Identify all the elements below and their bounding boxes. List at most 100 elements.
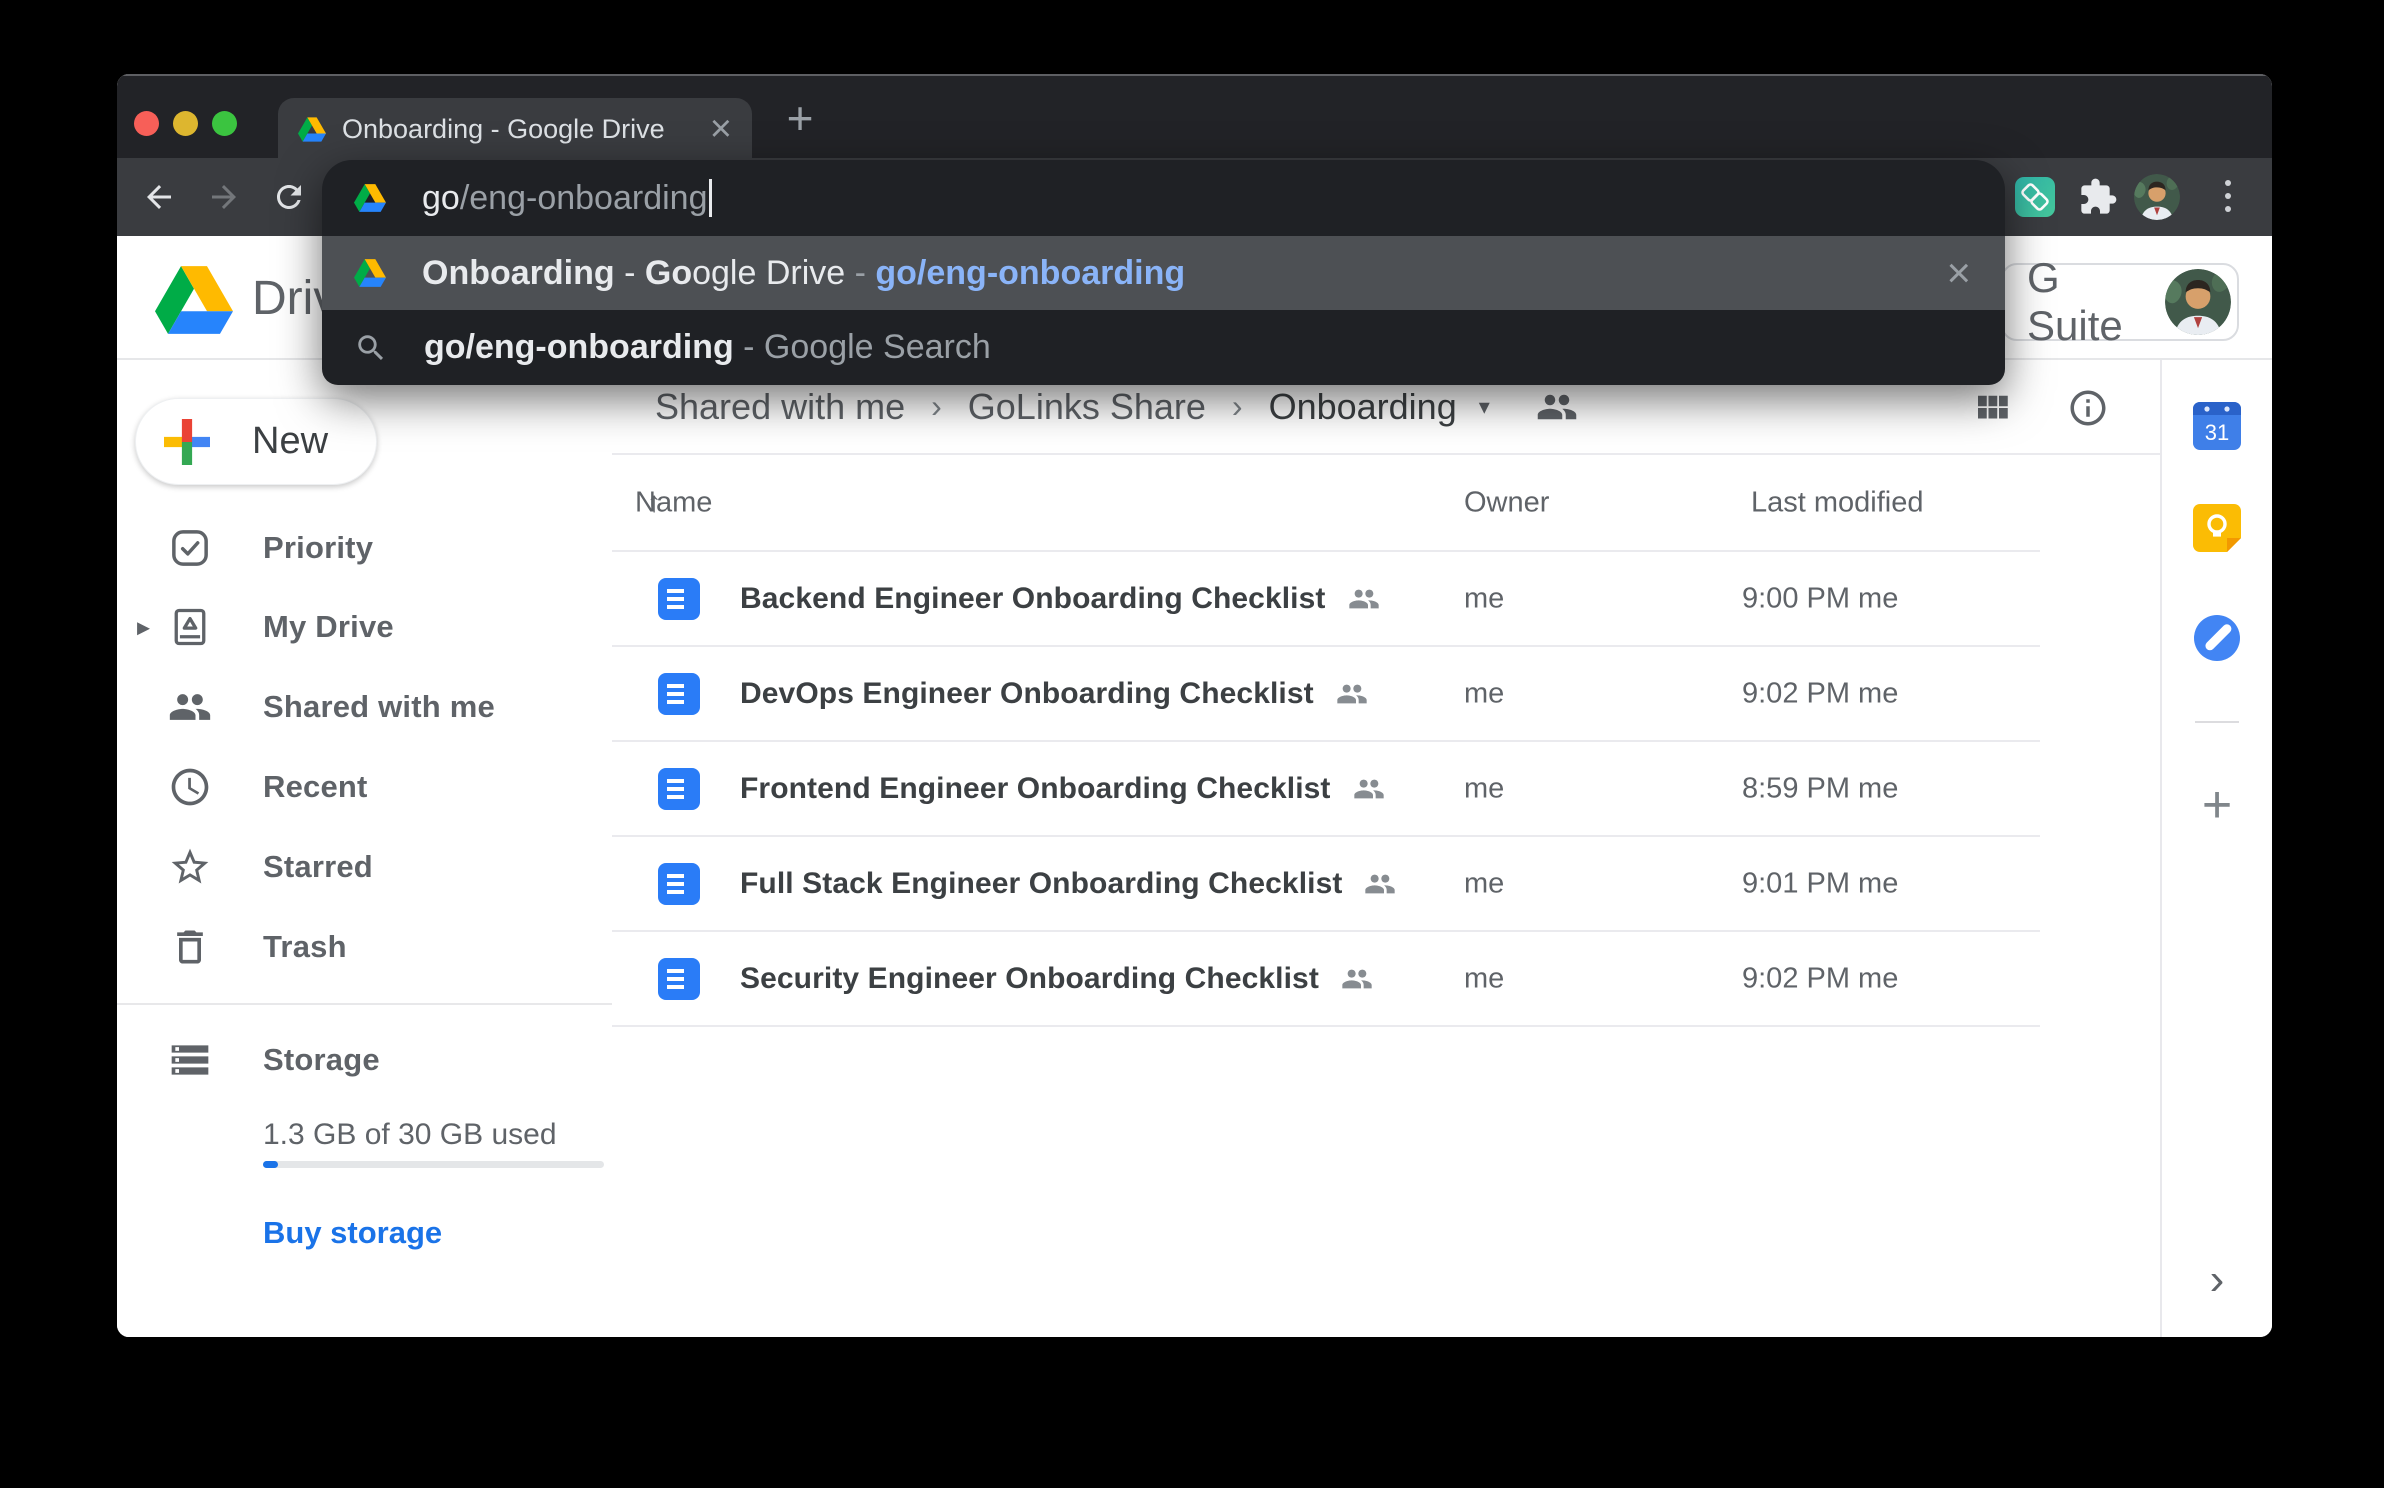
breadcrumb-golinks-share[interactable]: GoLinks Share xyxy=(968,386,1206,428)
file-name: Full Stack Engineer Onboarding Checklist xyxy=(740,867,1342,901)
priority-icon xyxy=(168,526,212,570)
breadcrumb-separator-icon: › xyxy=(931,388,942,425)
storage-progress-bar xyxy=(263,1161,604,1168)
sidebar-item-trash[interactable]: Trash xyxy=(117,907,612,987)
suggestion-url: go/eng-onboarding xyxy=(875,254,1185,293)
file-owner: me xyxy=(1464,962,1504,995)
text-cursor xyxy=(709,179,712,217)
drive-favicon-icon xyxy=(354,183,386,213)
my-drive-icon xyxy=(168,605,212,649)
drive-favicon-icon xyxy=(298,116,326,142)
file-owner: me xyxy=(1464,772,1504,805)
info-icon[interactable] xyxy=(2067,387,2109,429)
trash-icon xyxy=(168,925,212,969)
drive-sidebar: New Priority ▸ My Drive xyxy=(117,360,612,1337)
file-shared-icon xyxy=(1348,583,1380,615)
remove-suggestion-icon[interactable]: × xyxy=(1946,252,1971,294)
account-avatar[interactable] xyxy=(2165,269,2231,335)
sidebar-item-my-drive[interactable]: ▸ My Drive xyxy=(117,587,612,667)
google-docs-icon xyxy=(658,958,700,1000)
column-header-last-modified[interactable]: Last modified xyxy=(1751,486,1924,519)
browser-window: Onboarding - Google Drive × + xyxy=(117,74,2272,1337)
people-icon xyxy=(168,685,212,729)
storage-progress-fill xyxy=(263,1161,278,1168)
panel-divider xyxy=(2195,721,2239,723)
google-docs-icon xyxy=(658,578,700,620)
buy-storage-link[interactable]: Buy storage xyxy=(263,1215,442,1251)
file-row[interactable]: Frontend Engineer Onboarding Checklist m… xyxy=(612,742,2040,837)
drive-logo-icon[interactable] xyxy=(155,266,233,334)
google-tasks-icon[interactable] xyxy=(2193,614,2241,662)
tab-strip: Onboarding - Google Drive × + xyxy=(117,74,2272,158)
sidebar-item-storage[interactable]: Storage xyxy=(117,1020,612,1100)
apps-side-panel: 31 + xyxy=(2160,360,2272,1337)
file-row[interactable]: Full Stack Engineer Onboarding Checklist… xyxy=(612,837,2040,932)
new-tab-button[interactable]: + xyxy=(772,90,828,146)
multicolor-plus-icon xyxy=(164,419,210,465)
table-header: Name↑ Owner Last modified xyxy=(612,455,2040,552)
tab-close-icon[interactable]: × xyxy=(710,110,732,148)
file-list-area: Shared with me › GoLinks Share › Onboard… xyxy=(612,360,2160,1337)
file-row[interactable]: Security Engineer Onboarding Checklist m… xyxy=(612,932,2040,1027)
collapse-panel-icon[interactable]: › xyxy=(2210,1255,2225,1305)
folder-menu-caret-icon[interactable]: ▾ xyxy=(1479,394,1490,420)
column-header-owner[interactable]: Owner xyxy=(1464,486,1549,519)
file-name: Backend Engineer Onboarding Checklist xyxy=(740,582,1326,616)
macos-zoom-button[interactable] xyxy=(212,111,237,136)
file-shared-icon xyxy=(1364,868,1396,900)
file-last-modified: 9:01 PM me xyxy=(1742,867,1898,900)
file-last-modified: 9:00 PM me xyxy=(1742,582,1898,615)
file-shared-icon xyxy=(1341,963,1373,995)
new-button-label: New xyxy=(252,420,328,463)
sort-ascending-icon: ↑ xyxy=(647,486,662,519)
file-owner: me xyxy=(1464,677,1504,710)
breadcrumb-shared-with-me[interactable]: Shared with me xyxy=(655,386,905,428)
storage-icon xyxy=(168,1038,212,1082)
sidebar-divider xyxy=(117,1003,612,1005)
drive-favicon-icon xyxy=(354,258,386,288)
browser-profile-avatar[interactable] xyxy=(2134,174,2180,220)
clock-icon xyxy=(168,765,212,809)
expand-caret-icon[interactable]: ▸ xyxy=(137,612,150,643)
file-name: Frontend Engineer Onboarding Checklist xyxy=(740,772,1331,806)
file-owner: me xyxy=(1464,867,1504,900)
forward-button[interactable] xyxy=(206,179,242,215)
file-name: Security Engineer Onboarding Checklist xyxy=(740,962,1319,996)
sidebar-item-starred[interactable]: Starred xyxy=(117,827,612,907)
file-row[interactable]: DevOps Engineer Onboarding Checklist me … xyxy=(612,647,2040,742)
new-button[interactable]: New xyxy=(135,398,377,485)
gsuite-badge: G Suite xyxy=(2001,263,2239,341)
google-calendar-icon[interactable]: 31 xyxy=(2193,402,2241,450)
suggestion-google-search[interactable]: go/eng-onboarding - Google Search xyxy=(322,310,2005,385)
macos-close-button[interactable] xyxy=(134,111,159,136)
macos-minimize-button[interactable] xyxy=(173,111,198,136)
browser-tab[interactable]: Onboarding - Google Drive × xyxy=(278,98,752,160)
file-row[interactable]: Backend Engineer Onboarding Checklist me… xyxy=(612,552,2040,647)
extensions-puzzle-icon[interactable] xyxy=(2078,177,2118,217)
add-app-button[interactable]: + xyxy=(2202,775,2232,835)
suggestion-drive-result[interactable]: Onboarding - Google Drive - go/eng-onboa… xyxy=(322,236,2005,310)
sidebar-item-recent[interactable]: Recent xyxy=(117,747,612,827)
sidebar-item-shared-with-me[interactable]: Shared with me xyxy=(117,667,612,747)
breadcrumb-onboarding[interactable]: Onboarding xyxy=(1269,386,1457,428)
omnibox-dropdown: go/eng-onboarding Onboarding - Google Dr… xyxy=(322,160,2005,385)
browser-menu-icon[interactable] xyxy=(2223,180,2233,212)
tab-title: Onboarding - Google Drive xyxy=(342,114,700,145)
google-docs-icon xyxy=(658,768,700,810)
file-name: DevOps Engineer Onboarding Checklist xyxy=(740,677,1314,711)
file-last-modified: 8:59 PM me xyxy=(1742,772,1898,805)
reload-button[interactable] xyxy=(271,179,307,215)
sidebar-item-priority[interactable]: Priority xyxy=(117,508,612,588)
golinks-extension-icon[interactable] xyxy=(2015,177,2055,217)
google-keep-icon[interactable] xyxy=(2193,504,2241,552)
storage-usage-text: 1.3 GB of 30 GB used xyxy=(263,1118,557,1152)
search-icon xyxy=(354,331,388,365)
back-button[interactable] xyxy=(141,179,177,215)
svg-text:31: 31 xyxy=(2205,420,2229,445)
url-input[interactable]: go/eng-onboarding xyxy=(322,160,2005,236)
file-shared-icon xyxy=(1353,773,1385,805)
grid-view-icon[interactable] xyxy=(1971,387,2013,429)
drive-page: Drive G Suite xyxy=(117,236,2272,1337)
google-docs-icon xyxy=(658,863,700,905)
gsuite-label: G Suite xyxy=(2027,254,2165,350)
